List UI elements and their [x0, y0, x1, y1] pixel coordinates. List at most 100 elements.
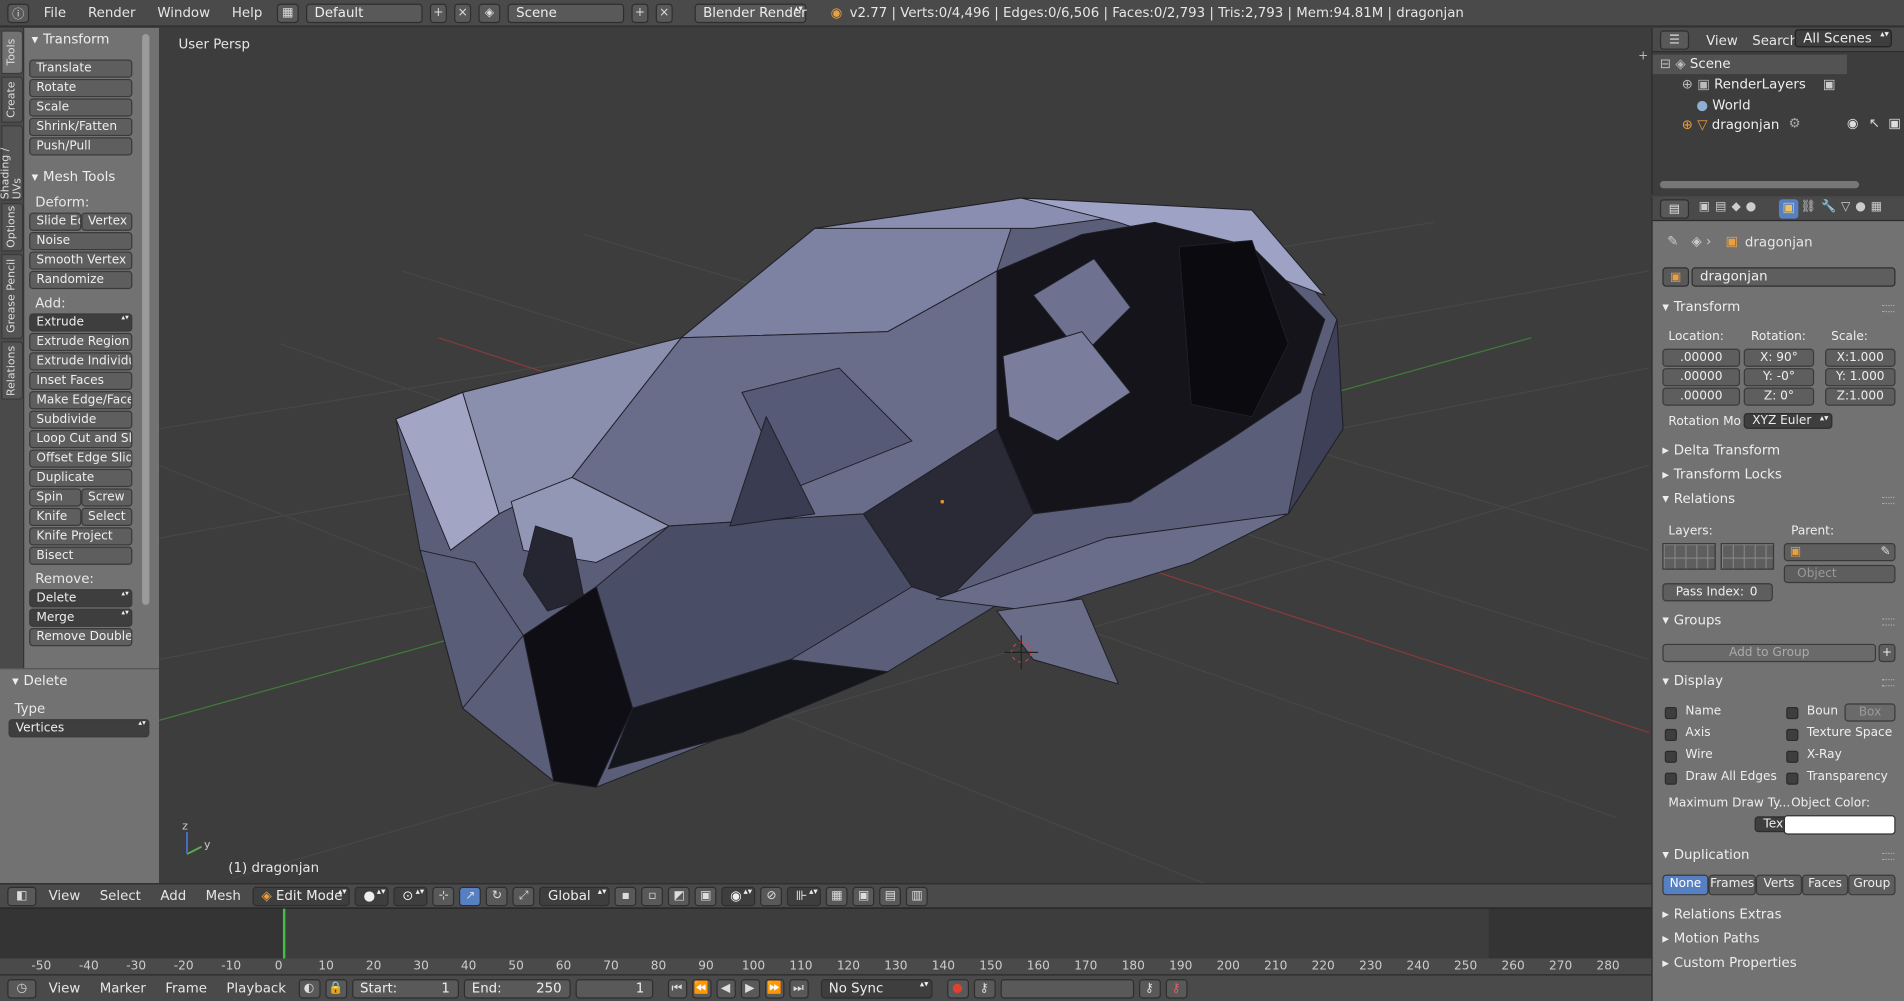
randomize-button[interactable]: Randomize	[29, 270, 133, 290]
record-icon[interactable]: ●	[946, 978, 969, 998]
transform-orientation-select[interactable]: Global	[539, 886, 610, 906]
info-editor-icon[interactable]: ⓘ	[7, 3, 30, 23]
add-scene-icon[interactable]: +	[631, 3, 649, 23]
sync-mode-select[interactable]: No Sync	[820, 978, 932, 998]
outliner-item-renderlayers[interactable]: ⊕ ▣ RenderLayers ▣	[1682, 75, 1836, 94]
relations-section-header[interactable]: Relations	[1662, 491, 1735, 507]
delete-keyframe-icon[interactable]: ⚷	[1165, 978, 1187, 998]
remove-scene-icon[interactable]: ×	[655, 3, 673, 23]
groups-section-header[interactable]: Groups	[1662, 612, 1722, 628]
3d-view-editor-icon[interactable]: ◧	[7, 886, 37, 906]
delete-dropdown[interactable]: Delete	[29, 589, 133, 608]
location-x-field[interactable]: .00000	[1662, 348, 1741, 367]
timeline[interactable]: -50 -40 -30 -20 -10 0 10 20 30 40 50 60 70 80 90 100 110…	[0, 907, 1652, 976]
rotation-z-field[interactable]: Z: 0°	[1743, 387, 1815, 406]
texture-space-checkbox[interactable]	[1786, 728, 1799, 742]
current-frame-field[interactable]: 1	[574, 978, 653, 998]
timeline-view-menu[interactable]: View	[41, 980, 87, 996]
dup-group-button[interactable]: Group	[1848, 874, 1896, 896]
edge-select-icon[interactable]: ▫	[641, 886, 664, 906]
current-frame-indicator[interactable]	[282, 908, 286, 959]
select-menu[interactable]: Select	[92, 888, 148, 904]
rotate-manipulator-icon[interactable]: ↻	[486, 886, 508, 906]
loop-cut-button[interactable]: Loop Cut and Slide	[29, 430, 133, 449]
axis-checkbox[interactable]	[1664, 728, 1677, 742]
scale-y-field[interactable]: Y: 1.000	[1825, 368, 1896, 387]
add-layout-icon[interactable]: +	[429, 3, 447, 23]
play-reverse-icon[interactable]: ◀	[715, 978, 736, 998]
start-frame-field[interactable]: Start: 1	[351, 978, 459, 998]
rotation-y-field[interactable]: Y: -0°	[1743, 368, 1815, 387]
scale-button[interactable]: Scale	[29, 98, 133, 117]
preview-range-icon[interactable]: ◐	[298, 978, 320, 998]
relations-extras-header[interactable]: Relations Extras	[1662, 906, 1782, 922]
smooth-vertex-button[interactable]: Smooth Vertex	[29, 251, 133, 270]
jump-start-icon[interactable]: ⏮	[667, 978, 687, 998]
proportional-edit-select[interactable]: ◉	[721, 886, 756, 906]
menu-window[interactable]: Window	[150, 5, 217, 21]
slide-edge-button[interactable]: Slide Ed	[29, 212, 81, 231]
knife-select-button[interactable]: Select	[80, 507, 133, 527]
screw-button[interactable]: Screw	[80, 488, 133, 507]
render-layer-toggle-icon[interactable]: ▣	[1823, 77, 1836, 93]
more-context-tabs[interactable]: ⛓🔧▽●▦	[1801, 200, 1887, 213]
draw-all-edges-checkbox[interactable]	[1664, 772, 1677, 785]
menu-render[interactable]: Render	[81, 5, 143, 21]
outliner-item-dragonjan[interactable]: ⊕ ▽ dragonjan	[1682, 115, 1780, 134]
expand-toolshelf-icon[interactable]: +	[1638, 50, 1648, 63]
mode-select[interactable]: ◈ Edit Mode	[252, 886, 351, 906]
snap-target-icon[interactable]: ▦	[826, 886, 848, 906]
lock-range-icon[interactable]: 🔒	[324, 978, 347, 998]
layout-field[interactable]: Default	[306, 3, 423, 23]
opengl-render-icon[interactable]: ▣	[852, 886, 875, 906]
dup-faces-button[interactable]: Faces	[1802, 874, 1849, 896]
marker-menu[interactable]: Marker	[92, 980, 153, 996]
face-select-icon[interactable]: ◩	[668, 886, 691, 906]
outliner-menu-view[interactable]: View	[1706, 33, 1738, 49]
snap-element-select[interactable]: ⊪	[787, 886, 822, 906]
snap-toggle-icon[interactable]: ⊘	[760, 886, 783, 906]
eyedropper-icon[interactable]: ✎	[1880, 544, 1890, 560]
wire-checkbox[interactable]	[1664, 750, 1677, 763]
object-tab-icon[interactable]: ▣	[1778, 199, 1799, 219]
remove-doubles-button[interactable]: Remove Doubles	[29, 628, 133, 647]
outliner-item-scene[interactable]: ⊟ ◈ Scene	[1660, 55, 1731, 74]
scale-x-field[interactable]: X:1.000	[1825, 348, 1896, 367]
properties-editor-icon[interactable]: ▤	[1659, 199, 1690, 219]
keying-set-field[interactable]	[999, 978, 1134, 998]
layers-grid-right[interactable]	[1720, 543, 1775, 570]
bisect-button[interactable]: Bisect	[29, 546, 133, 565]
insert-keyframe-icon[interactable]: ⚷	[1138, 978, 1161, 998]
rotation-x-field[interactable]: X: 90°	[1743, 348, 1815, 367]
timeline-editor-icon[interactable]: ◷	[7, 978, 37, 998]
transform-locks-header[interactable]: Transform Locks	[1662, 466, 1782, 482]
offset-edge-slide-button[interactable]: Offset Edge Slide	[29, 449, 133, 468]
frame-menu[interactable]: Frame	[158, 980, 214, 996]
play-icon[interactable]: ▶	[740, 978, 760, 998]
object-name-field[interactable]: dragonjan	[1691, 267, 1896, 287]
transform-panel-header[interactable]: Transform	[24, 28, 159, 51]
knife-button[interactable]: Knife	[29, 507, 81, 527]
location-y-field[interactable]: .00000	[1662, 368, 1741, 387]
pin-icon[interactable]: ✎	[1667, 233, 1678, 249]
scale-manipulator-icon[interactable]: ⤢	[512, 886, 535, 906]
knife-project-button[interactable]: Knife Project	[29, 527, 133, 546]
object-color-swatch[interactable]	[1783, 815, 1896, 835]
mesh-menu[interactable]: Mesh	[198, 888, 248, 904]
custom-properties-header[interactable]: Custom Properties	[1662, 955, 1797, 971]
scene-icon[interactable]: ◈	[478, 3, 501, 23]
transform-section-header[interactable]: Transform	[1662, 299, 1740, 315]
menu-help[interactable]: Help	[225, 5, 270, 21]
new-group-icon[interactable]: +	[1878, 643, 1896, 663]
location-z-field[interactable]: .00000	[1662, 387, 1741, 406]
delete-panel-header[interactable]: Delete	[0, 669, 159, 692]
slide-vertex-button[interactable]: Vertex	[80, 212, 133, 231]
parent-field[interactable]: ▣ ✎	[1783, 543, 1896, 562]
jump-keyframe-forward-icon[interactable]: ⏩	[764, 978, 784, 998]
make-edge-face-button[interactable]: Make Edge/Face	[29, 391, 133, 410]
extrude-region-button[interactable]: Extrude Region	[29, 332, 133, 352]
playback-menu[interactable]: Playback	[219, 980, 293, 996]
parent-type-select[interactable]: Object	[1783, 564, 1896, 584]
duplication-section-header[interactable]: Duplication	[1662, 847, 1750, 863]
viewport-shading-select[interactable]: ●	[354, 886, 389, 906]
